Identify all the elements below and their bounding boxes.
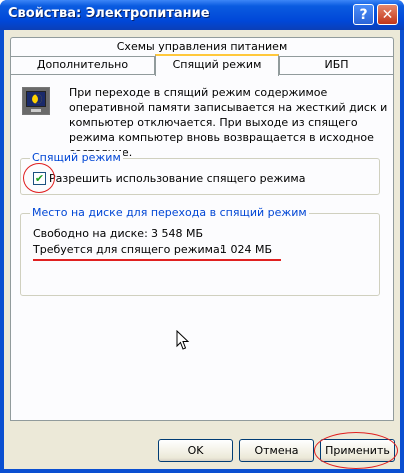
free-space-label: Свободно на диске: bbox=[33, 227, 148, 240]
help-button[interactable]: ? bbox=[353, 4, 374, 25]
hibernate-group-legend: Спящий режим bbox=[30, 151, 123, 164]
annotation-circle-apply bbox=[314, 432, 398, 469]
ok-button[interactable]: OK bbox=[158, 439, 233, 462]
enable-hibernate-label[interactable]: Разрешить использование спящего режима bbox=[49, 172, 305, 186]
hibernate-description: При переходе в спящий режим содержимое о… bbox=[69, 86, 388, 159]
tab-hibernate[interactable]: Спящий режим bbox=[155, 54, 279, 76]
properties-window: Свойства: Электропитание ? ✕ Схемы управ… bbox=[0, 0, 404, 473]
title-bar[interactable]: Свойства: Электропитание ? ✕ bbox=[0, 0, 404, 30]
annotation-circle-checkbox bbox=[23, 163, 55, 193]
free-space-value: 3 548 МБ bbox=[151, 227, 204, 240]
mouse-pointer-icon bbox=[176, 330, 190, 350]
annotation-underline-required bbox=[33, 259, 281, 261]
window-title: Свойства: Электропитание bbox=[8, 6, 210, 21]
required-space-label: Требуется для спящего режима: bbox=[33, 243, 224, 256]
hibernate-moon-icon bbox=[22, 87, 50, 115]
required-space-value: 1 024 МБ bbox=[220, 243, 273, 256]
tab-advanced[interactable]: Дополнительно bbox=[10, 56, 155, 74]
dialog-client-area: Схемы управления питанием Дополнительно … bbox=[4, 30, 400, 469]
disk-space-group-legend: Место на диске для перехода в спящий реж… bbox=[30, 206, 309, 219]
tab-ups[interactable]: ИБП bbox=[279, 56, 394, 74]
close-button[interactable]: ✕ bbox=[377, 4, 398, 25]
cancel-button[interactable]: Отмена bbox=[239, 439, 314, 462]
